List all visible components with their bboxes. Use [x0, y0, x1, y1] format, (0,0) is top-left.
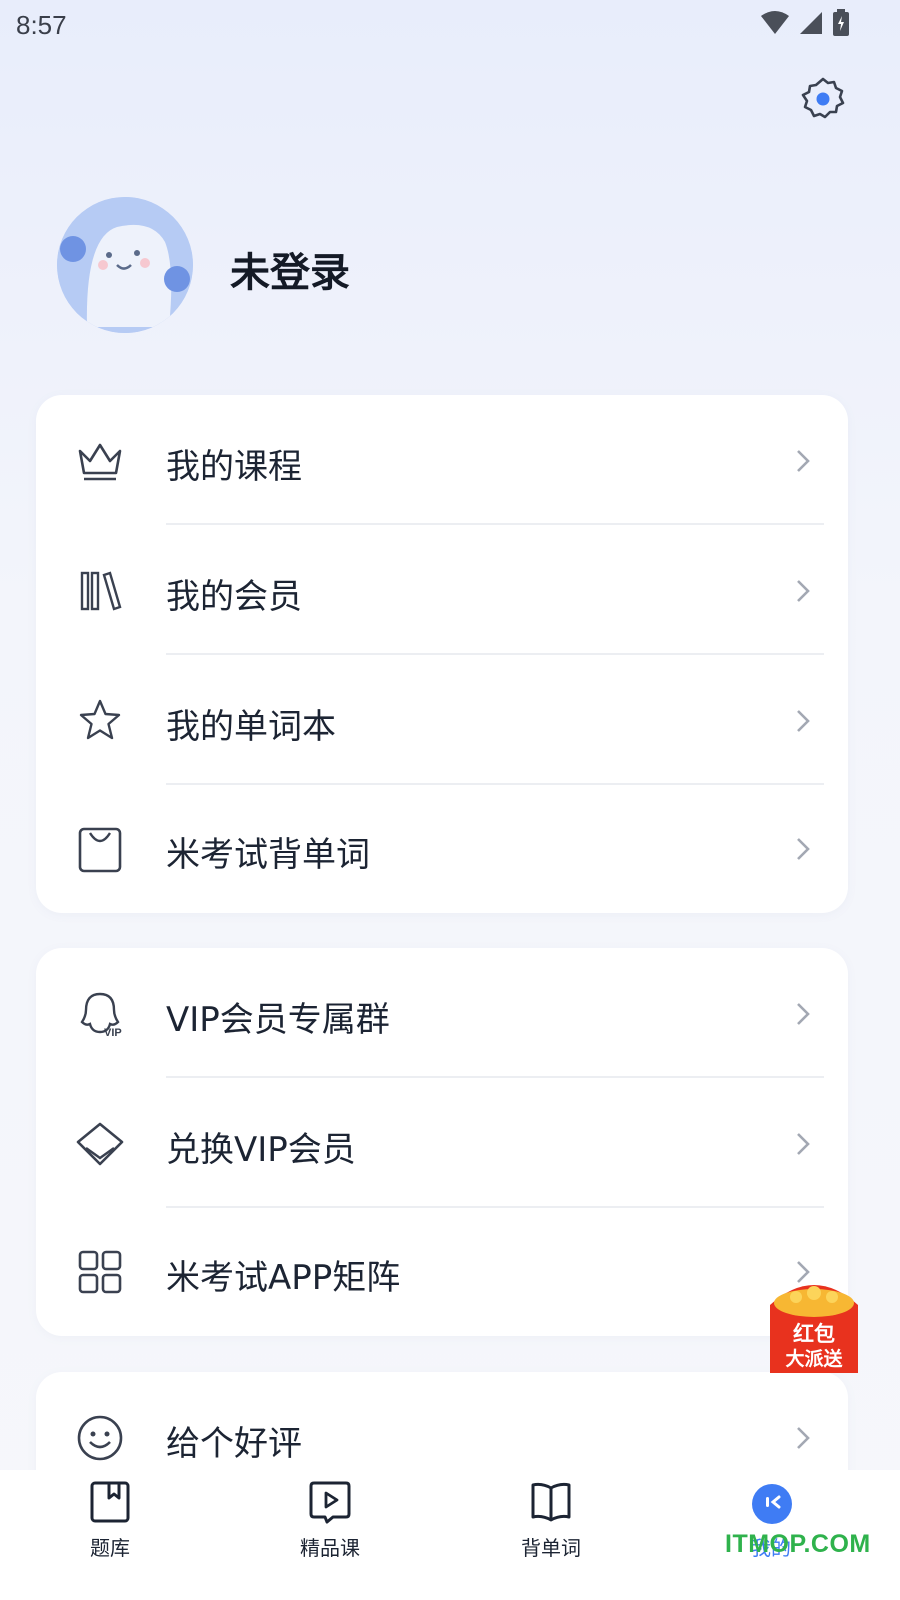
red-packet-line2: 大派送 [785, 1347, 843, 1370]
mascot-icon [57, 197, 193, 333]
chevron-right-icon [797, 1133, 810, 1155]
menu-label: 兑换VIP会员 [166, 1130, 356, 1170]
chevron-right-icon [797, 450, 810, 472]
qq-vip-icon: VIP [80, 992, 122, 1039]
battery-icon [833, 9, 849, 36]
red-packet-line1: 红包 [793, 1322, 835, 1346]
signal-icon [800, 12, 822, 34]
chevron-right-icon [797, 710, 810, 732]
nav-tab-courses[interactable]: 精品课 [265, 1470, 395, 1600]
menu-item-redeem-vip[interactable]: 兑换VIP会员 [36, 1078, 848, 1208]
nav-tab-vocabulary[interactable]: 背单词 [486, 1470, 616, 1600]
menu-item-vocab-app[interactable]: 米考试背单词 [36, 783, 848, 913]
menu-label: VIP会员专属群 [166, 1000, 390, 1040]
nav-tab-question-bank[interactable]: 题库 [45, 1470, 175, 1600]
avatar[interactable] [57, 197, 193, 333]
menu-item-my-membership[interactable]: 我的会员 [36, 525, 848, 655]
open-book-icon [531, 1482, 571, 1522]
username[interactable]: 未登录 [230, 240, 350, 298]
menu-label: 我的课程 [166, 447, 302, 487]
menu-label: 米考试APP矩阵 [166, 1258, 401, 1298]
play-video-icon [309, 1481, 351, 1524]
menu-card-vip: VIP VIP会员专属群 兑换VIP会员 米考试APP矩阵 [36, 948, 848, 1336]
menu-label: 我的会员 [166, 577, 302, 617]
watermark: ITMOP.COM [725, 1530, 871, 1558]
menu-item-my-wordbook[interactable]: 我的单词本 [36, 655, 848, 785]
menu-label: 米考试背单词 [166, 835, 370, 875]
smile-icon [77, 1415, 123, 1461]
chevron-right-icon [797, 1003, 810, 1025]
status-bar: 8:57 [0, 0, 900, 50]
menu-label: 我的单词本 [166, 707, 336, 747]
profile-face-icon [752, 1484, 792, 1524]
bookmark-book-icon [90, 1481, 130, 1523]
red-packet-button[interactable]: 红包 大派送 [770, 1275, 858, 1373]
star-icon [79, 699, 121, 740]
menu-label: 给个好评 [166, 1424, 302, 1464]
shopping-bag-icon [78, 827, 122, 873]
chevron-right-icon [797, 838, 810, 860]
diamond-icon [76, 1122, 124, 1166]
grid-icon [78, 1250, 122, 1294]
red-packet-icon: 红包 大派送 [770, 1285, 858, 1373]
status-icons [760, 8, 850, 38]
status-time: 8:57 [16, 10, 67, 40]
books-icon [80, 571, 122, 611]
nav-label: 精品课 [300, 1536, 360, 1560]
crown-icon [78, 443, 122, 481]
gear-icon [801, 77, 845, 119]
svg-text:VIP: VIP [104, 1027, 122, 1039]
nav-label: 题库 [90, 1536, 130, 1560]
menu-item-vip-group[interactable]: VIP VIP会员专属群 [36, 948, 848, 1078]
chevron-right-icon [797, 1427, 810, 1449]
menu-card-account: 我的课程 我的会员 我的单词本 米考试背单词 [36, 395, 848, 913]
menu-item-app-matrix[interactable]: 米考试APP矩阵 [36, 1206, 848, 1336]
nav-label: 背单词 [521, 1536, 581, 1560]
chevron-right-icon [797, 580, 810, 602]
wifi-icon [761, 11, 789, 34]
settings-button[interactable] [800, 76, 846, 122]
menu-item-my-courses[interactable]: 我的课程 [36, 395, 848, 525]
